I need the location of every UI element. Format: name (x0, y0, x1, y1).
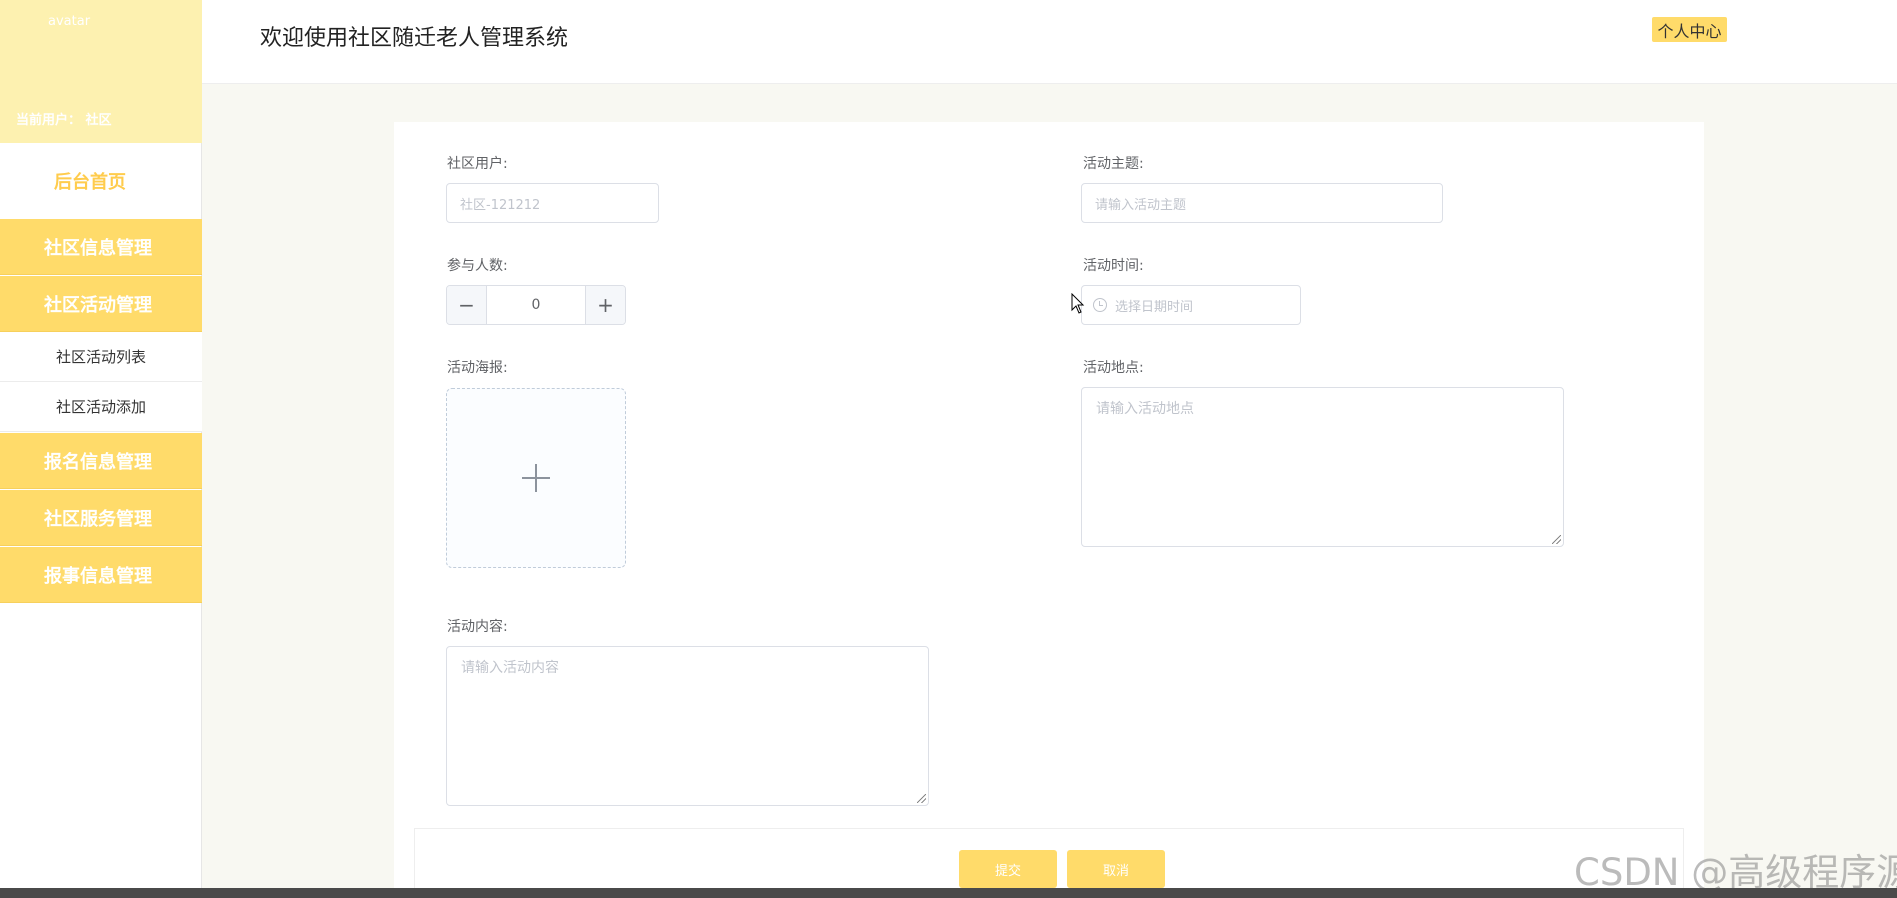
sidebar-item-activity-list[interactable]: 社区活动列表 (0, 332, 202, 382)
mouse-cursor-icon (1071, 293, 1085, 314)
resize-handle-icon[interactable] (1552, 535, 1561, 544)
content-label: 活动内容: (447, 619, 508, 635)
content-textarea[interactable]: 请输入活动内容 (446, 646, 929, 806)
clock-icon (1093, 298, 1107, 312)
participants-value[interactable]: 0 (487, 286, 585, 324)
taskbar-strip (0, 888, 1897, 898)
cancel-button[interactable]: 取消 (1067, 850, 1165, 888)
top-header: 欢迎使用社区随迁老人管理系统 个人中心 (202, 0, 1897, 84)
decrement-button[interactable]: − (447, 286, 487, 324)
profile-panel: avatar 当前用户： 社区 (0, 0, 202, 143)
page-title: 欢迎使用社区随迁老人管理系统 (260, 26, 569, 51)
sidebar-group-community-info[interactable]: 社区信息管理 (0, 219, 202, 275)
content-placeholder: 请输入活动内容 (461, 660, 559, 676)
poster-label: 活动海报: (447, 360, 508, 376)
activity-theme-input[interactable]: 请输入活动主题 (1081, 183, 1443, 223)
increment-button[interactable]: + (585, 286, 625, 324)
activity-time-placeholder: 选择日期时间 (1115, 299, 1194, 315)
location-textarea[interactable]: 请输入活动地点 (1081, 387, 1564, 547)
activity-time-label: 活动时间: (1083, 258, 1144, 274)
submit-button[interactable]: 提交 (959, 850, 1057, 888)
location-label: 活动地点: (1083, 360, 1144, 376)
sidebar-item-home[interactable]: 后台首页 (0, 143, 202, 218)
plus-icon (522, 464, 550, 492)
avatar: avatar (48, 14, 91, 29)
participants-label: 参与人数: (447, 258, 508, 274)
location-placeholder: 请输入活动地点 (1096, 401, 1194, 417)
resize-handle-icon[interactable] (917, 794, 926, 803)
sidebar-group-community-service[interactable]: 社区服务管理 (0, 490, 202, 546)
sidebar-group-incident-report[interactable]: 报事信息管理 (0, 547, 202, 603)
sidebar-group-community-activity[interactable]: 社区活动管理 (0, 276, 202, 332)
activity-theme-label: 活动主题: (1083, 156, 1144, 172)
community-user-label: 社区用户: (447, 156, 508, 172)
current-user-label: 当前用户： 社区 (16, 113, 112, 128)
poster-uploader[interactable] (446, 388, 626, 568)
participants-stepper[interactable]: − 0 + (446, 285, 626, 325)
community-user-input[interactable]: 社区-121212 (446, 183, 659, 223)
personal-center-button[interactable]: 个人中心 (1652, 17, 1727, 42)
sidebar-group-registration[interactable]: 报名信息管理 (0, 433, 202, 489)
sidebar: avatar 当前用户： 社区 后台首页 社区信息管理 社区活动管理 社区活动列… (0, 0, 202, 888)
sidebar-item-activity-add[interactable]: 社区活动添加 (0, 382, 202, 432)
activity-time-picker[interactable]: 选择日期时间 (1081, 285, 1301, 325)
